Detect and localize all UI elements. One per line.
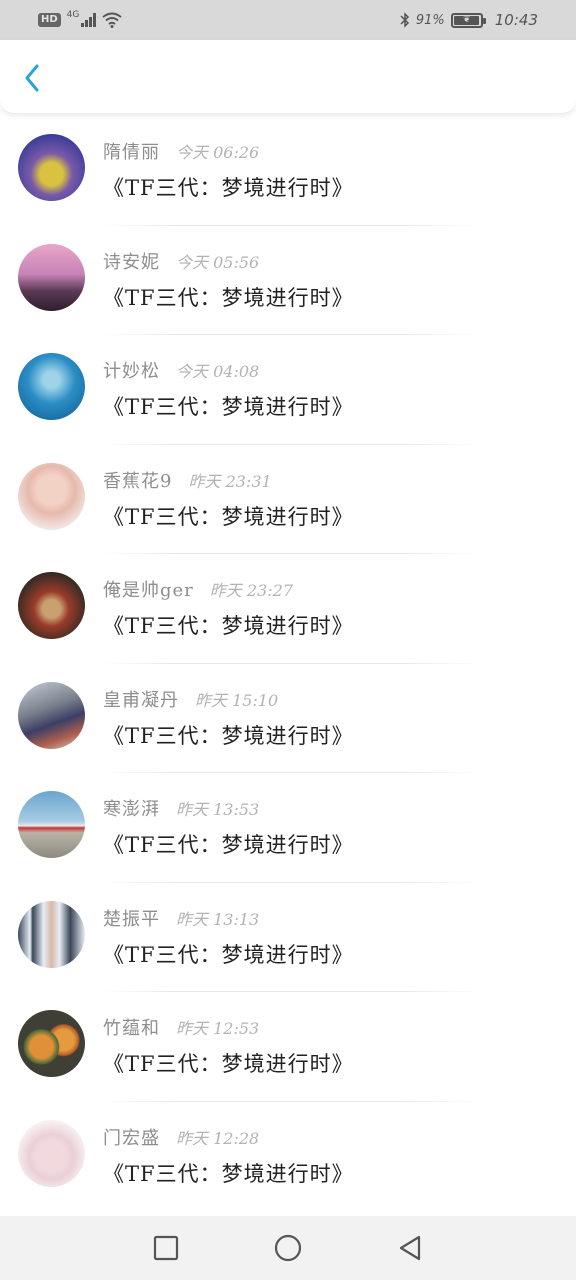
message-text[interactable]: 《TF三代：梦境进行时》: [103, 829, 354, 859]
avatar[interactable]: [18, 353, 85, 420]
list-item[interactable]: 寒澎湃 昨天 13:53 《TF三代：梦境进行时》: [0, 773, 576, 883]
avatar[interactable]: [18, 791, 85, 858]
battery-icon: ❦: [450, 12, 486, 28]
message-text[interactable]: 《TF三代：梦境进行时》: [103, 391, 354, 421]
avatar[interactable]: [18, 462, 85, 530]
message-time: 昨天 23:31: [188, 471, 272, 491]
list-item[interactable]: 香蕉花9 昨天 23:31 《TF三代：梦境进行时》: [0, 445, 576, 554]
square-icon: [153, 1235, 179, 1261]
message-text[interactable]: 《TF三代：梦境进行时》: [103, 610, 354, 640]
list-item[interactable]: 竹蕴和 昨天 12:53 《TF三代：梦境进行时》: [0, 992, 576, 1102]
sender-name[interactable]: 俺是帅ger: [103, 576, 194, 602]
status-right: 91% ❦ 10:43: [400, 11, 538, 29]
sender-name[interactable]: 皇甫凝丹: [103, 686, 179, 712]
avatar[interactable]: [18, 1119, 85, 1187]
message-time: 昨天 13:53: [176, 800, 260, 819]
wifi-icon: [102, 12, 122, 28]
recents-button[interactable]: [105, 1216, 227, 1280]
message-list: 隋倩丽 今天 06:26 《TF三代：梦境进行时》 诗安妮 今天 05:56 《…: [0, 116, 576, 1211]
sender-name[interactable]: 香蕉花9: [103, 467, 172, 493]
message-text[interactable]: 《TF三代：梦境进行时》: [103, 939, 354, 969]
avatar[interactable]: [18, 134, 85, 201]
back-button[interactable]: [16, 62, 48, 94]
sender-name[interactable]: 竹蕴和: [103, 1014, 160, 1040]
message-time: 昨天 12:53: [176, 1019, 260, 1038]
list-item[interactable]: 俺是帅ger 昨天 23:27 《TF三代：梦境进行时》: [0, 554, 576, 664]
avatar[interactable]: [18, 243, 85, 311]
avatar[interactable]: [18, 572, 85, 639]
network-type: 4G: [66, 10, 80, 20]
sender-name[interactable]: 门宏盛: [103, 1124, 160, 1150]
message-text[interactable]: 《TF三代：梦境进行时》: [103, 501, 354, 531]
list-item[interactable]: 隋倩丽 今天 06:26 《TF三代：梦境进行时》: [0, 116, 576, 226]
back-nav-button[interactable]: [349, 1216, 471, 1280]
signal-icon: [81, 13, 97, 27]
message-text[interactable]: 《TF三代：梦境进行时》: [103, 1158, 354, 1188]
bluetooth-icon: [400, 12, 409, 28]
message-time: 昨天 13:13: [176, 909, 260, 929]
avatar[interactable]: [18, 900, 85, 968]
app-bar: [0, 40, 576, 114]
hd-badge: HD: [38, 13, 61, 27]
message-time: 今天 05:56: [176, 252, 260, 272]
message-time: 昨天 15:10: [195, 690, 279, 710]
sender-name[interactable]: 诗安妮: [103, 248, 160, 274]
triangle-back-icon: [399, 1235, 421, 1261]
home-button[interactable]: [227, 1216, 349, 1280]
circle-icon: [274, 1234, 302, 1262]
sender-name[interactable]: 寒澎湃: [103, 795, 160, 821]
message-time: 昨天 23:27: [209, 581, 293, 600]
list-item[interactable]: 皇甫凝丹 昨天 15:10 《TF三代：梦境进行时》: [0, 664, 576, 773]
sender-name[interactable]: 计妙松: [103, 357, 160, 383]
sender-name[interactable]: 隋倩丽: [103, 138, 160, 164]
list-item[interactable]: 楚振平 昨天 13:13 《TF三代：梦境进行时》: [0, 883, 576, 992]
message-text[interactable]: 《TF三代：梦境进行时》: [103, 172, 354, 202]
sender-name[interactable]: 楚振平: [103, 905, 160, 931]
system-nav-bar: [0, 1216, 576, 1280]
message-time: 今天 06:26: [176, 143, 260, 162]
avatar[interactable]: [18, 1010, 85, 1077]
chevron-left-icon: [25, 64, 39, 92]
clock: 10:43: [494, 11, 538, 29]
message-time: 昨天 12:28: [176, 1128, 260, 1148]
message-time: 今天 04:08: [176, 362, 260, 381]
message-text[interactable]: 《TF三代：梦境进行时》: [103, 282, 354, 312]
message-text[interactable]: 《TF三代：梦境进行时》: [103, 1048, 354, 1078]
status-left: HD 4G: [38, 10, 122, 28]
list-item[interactable]: 诗安妮 今天 05:56 《TF三代：梦境进行时》: [0, 226, 576, 335]
status-bar: HD 4G 91% ❦ 10:43: [0, 0, 576, 40]
battery-percent: 91%: [415, 12, 445, 28]
message-text[interactable]: 《TF三代：梦境进行时》: [103, 720, 354, 750]
list-item[interactable]: 计妙松 今天 04:08 《TF三代：梦境进行时》: [0, 335, 576, 445]
list-item[interactable]: 门宏盛 昨天 12:28 《TF三代：梦境进行时》: [0, 1102, 576, 1212]
avatar[interactable]: [18, 681, 85, 749]
